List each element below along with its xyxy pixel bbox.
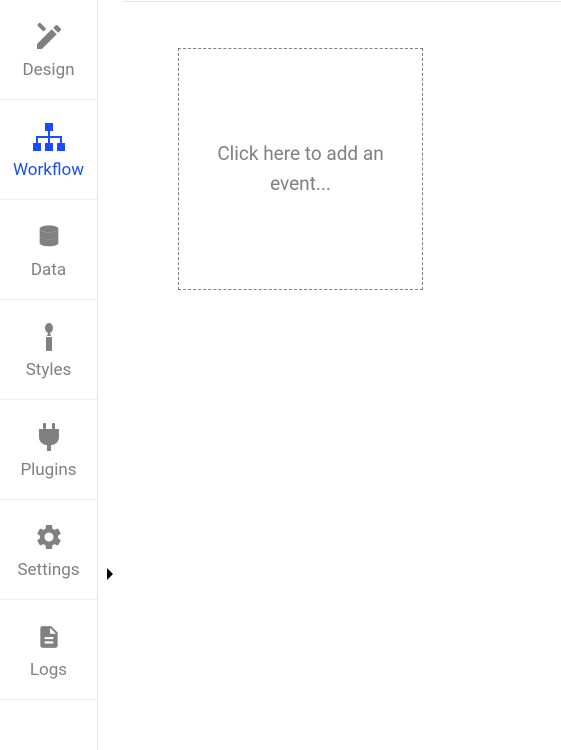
add-event-button[interactable]: Click here to add an event... <box>178 48 423 290</box>
sidebar-item-logs[interactable]: Logs <box>0 600 97 700</box>
sidebar-item-label: Logs <box>30 662 67 679</box>
sidebar-item-label: Styles <box>26 362 72 379</box>
sidebar-item-design[interactable]: Design <box>0 0 97 100</box>
add-event-label: Click here to add an event... <box>209 139 392 200</box>
top-divider <box>122 1 561 2</box>
logs-icon <box>36 620 62 654</box>
sidebar-item-workflow[interactable]: Workflow <box>0 100 97 200</box>
sidebar-item-data[interactable]: Data <box>0 200 97 300</box>
settings-icon <box>34 520 64 554</box>
design-icon <box>33 20 65 54</box>
sidebar-item-label: Settings <box>17 562 79 579</box>
sidebar-item-label: Design <box>22 62 74 79</box>
plugins-icon <box>36 420 62 454</box>
sidebar-item-plugins[interactable]: Plugins <box>0 400 97 500</box>
sidebar-item-label: Plugins <box>20 462 76 479</box>
data-icon <box>35 220 63 254</box>
expand-panel-caret-icon[interactable] <box>105 566 115 585</box>
styles-icon <box>37 320 61 354</box>
sidebar-item-settings[interactable]: Settings <box>0 500 97 600</box>
workflow-icon <box>32 120 66 154</box>
sidebar: Design Workflow <box>0 0 98 750</box>
app-layout: Design Workflow <box>0 0 561 750</box>
sidebar-item-styles[interactable]: Styles <box>0 300 97 400</box>
main-area: Click here to add an event... <box>98 0 561 750</box>
sidebar-item-label: Workflow <box>13 162 84 179</box>
sidebar-item-label: Data <box>31 262 66 279</box>
